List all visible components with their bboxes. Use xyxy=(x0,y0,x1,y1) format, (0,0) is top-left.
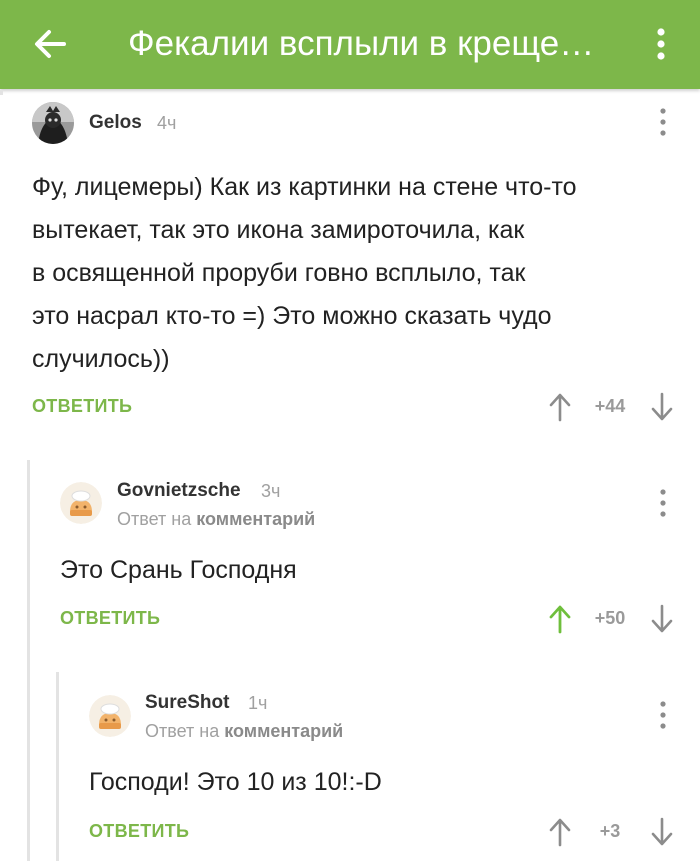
reply-button[interactable]: ОТВЕТИТЬ xyxy=(32,396,132,417)
reply-to-label: Ответ на комментарий xyxy=(145,721,344,741)
reply-to-label: Ответ на комментарий xyxy=(117,509,316,529)
comment-author[interactable]: SureShot xyxy=(145,692,229,714)
reply-button[interactable]: ОТВЕТИТЬ xyxy=(60,608,160,629)
avatar[interactable] xyxy=(32,102,74,144)
comment-text: Это Срань Господня xyxy=(60,556,297,584)
upvote-arrow-icon[interactable] xyxy=(548,817,572,847)
reply-button[interactable]: ОТВЕТИТЬ xyxy=(89,821,189,842)
app-bar: Фекалии всплыли в креще… xyxy=(0,0,700,89)
comment-author[interactable]: Gelos xyxy=(89,112,142,134)
more-vertical-icon[interactable] xyxy=(650,24,672,64)
comment-menu-icon[interactable] xyxy=(657,700,669,730)
downvote-arrow-icon[interactable] xyxy=(650,604,674,634)
comment-menu-icon[interactable] xyxy=(657,488,669,518)
comment-gelos: Gelos 4ч Фу, лицемеры) Как из картинки н… xyxy=(0,90,700,440)
comment-menu-icon[interactable] xyxy=(657,107,669,137)
comment-time: 4ч xyxy=(157,113,177,133)
comment-text: Господи! Это 10 из 10!:-D xyxy=(89,768,382,796)
comment-time: 1ч xyxy=(248,693,268,713)
comment-govnietzsche: Govnietzsche 3ч Ответ на комментарий Это… xyxy=(0,460,700,660)
comment-score: +50 xyxy=(594,608,626,628)
comment-sureshot: SureShot 1ч Ответ на комментарий Господи… xyxy=(0,672,700,861)
avatar[interactable] xyxy=(89,695,131,737)
back-arrow-icon[interactable] xyxy=(30,24,70,64)
thread-line xyxy=(0,90,3,95)
downvote-arrow-icon[interactable] xyxy=(650,392,674,422)
comment-score: +44 xyxy=(594,396,626,416)
reply-to-link[interactable]: комментарий xyxy=(224,721,343,741)
avatar[interactable] xyxy=(60,482,102,524)
upvote-arrow-icon[interactable] xyxy=(548,604,572,634)
reply-to-link[interactable]: комментарий xyxy=(196,509,315,529)
comment-time: 3ч xyxy=(261,481,281,501)
downvote-arrow-icon[interactable] xyxy=(650,817,674,847)
comment-text: Фу, лицемеры) Как из картинки на стене ч… xyxy=(32,173,577,373)
page-title: Фекалии всплыли в креще… xyxy=(128,24,595,63)
upvote-arrow-icon[interactable] xyxy=(548,392,572,422)
comment-score: +3 xyxy=(599,821,621,841)
comment-author[interactable]: Govnietzsche xyxy=(117,480,241,502)
